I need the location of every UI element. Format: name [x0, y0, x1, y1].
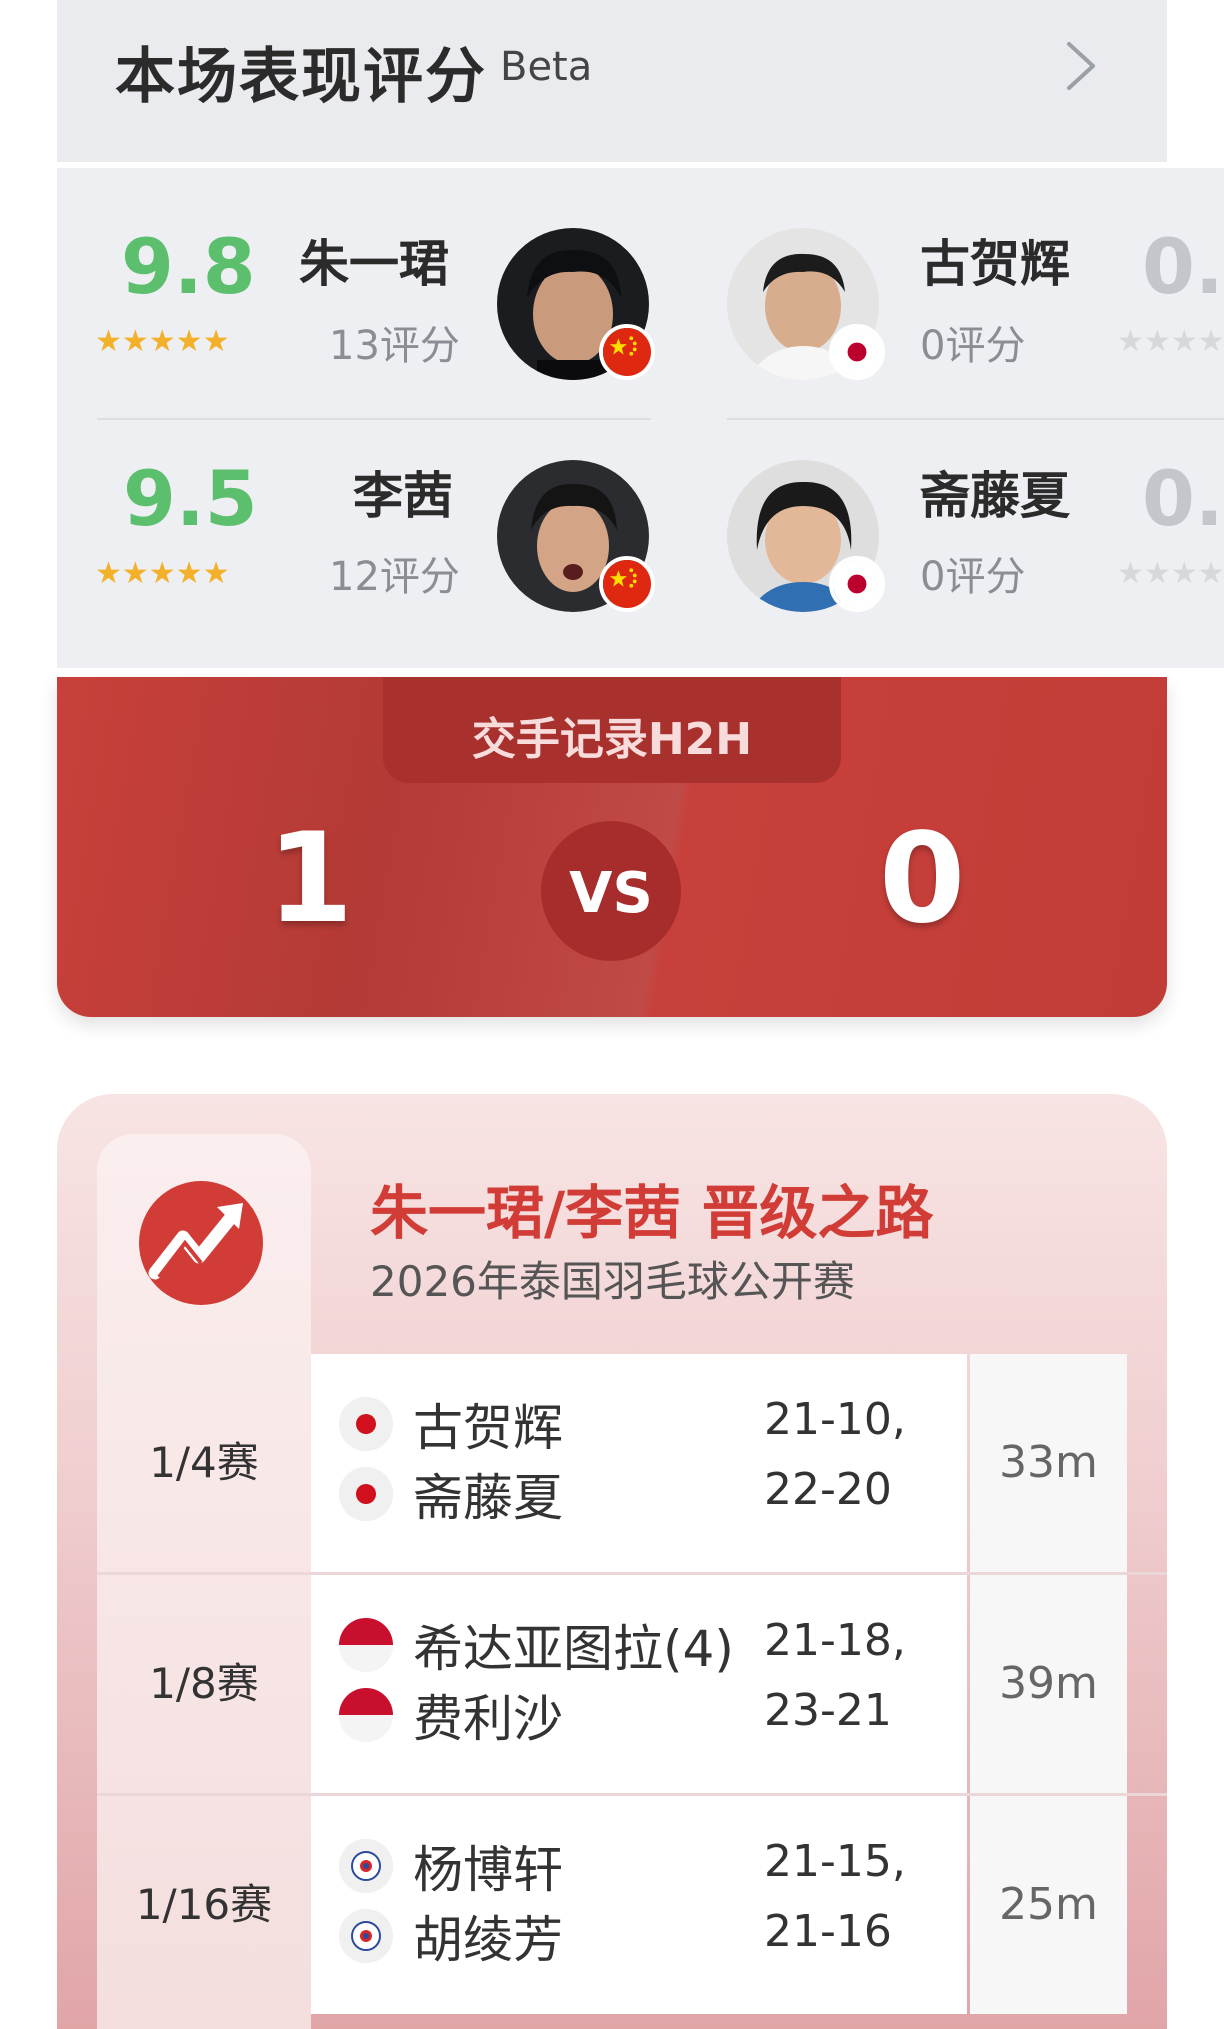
player-score: 9.5	[123, 454, 258, 543]
rating-title: 本场表现评分	[115, 42, 487, 112]
match-duration: 25m	[970, 1796, 1127, 2014]
avatar[interactable]	[497, 228, 655, 380]
opponents-cell: 希达亚图拉(4) 费利沙 21-18, 23-21	[311, 1575, 967, 1793]
game-score: 23-21	[764, 1685, 892, 1736]
vs-badge: VS	[541, 821, 681, 961]
chinese-taipei-flag-icon	[339, 1909, 393, 1963]
star-rating[interactable]: ★★★★★	[1117, 324, 1224, 359]
rating-header[interactable]: 本场表现评分 Beta	[57, 0, 1167, 162]
h2h-panel[interactable]: 交手记录H2H 1 VS 0	[57, 677, 1167, 1017]
player-name: 古贺辉	[920, 235, 1070, 293]
beta-badge: Beta	[500, 44, 593, 90]
avatar[interactable]	[727, 228, 885, 380]
player-score: 0.0	[1142, 222, 1224, 311]
china-flag-icon	[599, 324, 655, 380]
opponent: 古贺辉	[339, 1394, 563, 1457]
rating-count: 0评分	[920, 323, 1026, 369]
match-duration: 39m	[970, 1575, 1127, 1793]
opponent-name: 希达亚图拉(4)	[413, 1620, 734, 1678]
opponent-name: 杨博轩	[413, 1841, 563, 1899]
match-duration: 33m	[970, 1354, 1127, 1572]
game-score: 22-20	[764, 1464, 892, 1515]
rating-count: 13评分	[329, 323, 460, 369]
h2h-title: 交手记录H2H	[471, 714, 753, 765]
divider	[97, 418, 651, 420]
opponent: 斋藤夏	[339, 1464, 563, 1527]
opponent: 胡绫芳	[339, 1906, 563, 1969]
avatar[interactable]	[497, 460, 655, 612]
player-name: 朱一珺	[299, 235, 449, 293]
opponents-cell: 杨博轩 胡绫芳 21-15, 21-16	[311, 1796, 967, 2014]
trend-up-icon	[139, 1181, 263, 1305]
game-score: 21-18,	[764, 1615, 906, 1666]
opponents-cell: 古贺辉 斋藤夏 21-10, 22-20	[311, 1354, 967, 1572]
rating-card: 9.8 ★★★★★ 朱一珺 13评分 古贺辉 0评分 0.0 ★★★★★	[57, 168, 1224, 668]
avatar[interactable]	[727, 460, 885, 612]
player-score: 0.0	[1142, 454, 1224, 543]
road-title: 朱一珺/李茜 晋级之路	[370, 1179, 934, 1247]
vs-label: VS	[569, 861, 653, 926]
chinese-taipei-flag-icon	[339, 1839, 393, 1893]
match-row[interactable]: 1/4赛 古贺辉 斋藤夏 21-10, 22-20 33m	[97, 1354, 1167, 1572]
japan-flag-icon	[829, 324, 885, 380]
rating-count: 12评分	[329, 554, 460, 600]
indonesia-flag-icon	[339, 1618, 393, 1672]
rating-count: 0评分	[920, 554, 1026, 600]
japan-flag-icon	[829, 556, 885, 612]
opponent-name: 费利沙	[413, 1690, 563, 1748]
game-score: 21-16	[764, 1906, 892, 1957]
divider	[727, 418, 1224, 420]
tournament-name: 2026年泰国羽毛球公开赛	[370, 1257, 855, 1306]
game-score: 21-15,	[764, 1836, 906, 1887]
star-rating[interactable]: ★★★★★	[95, 324, 229, 359]
opponent: 费利沙	[339, 1685, 563, 1748]
opponent-name: 胡绫芳	[413, 1911, 563, 1969]
round-label: 1/16赛	[135, 1880, 273, 1929]
h2h-tab: 交手记录H2H	[383, 677, 841, 783]
opponent-name: 斋藤夏	[413, 1469, 563, 1527]
opponent: 希达亚图拉(4)	[339, 1615, 734, 1678]
road-card: 朱一珺/李茜 晋级之路 2026年泰国羽毛球公开赛 1/4赛 古贺辉 斋藤夏 2…	[57, 1094, 1167, 2029]
match-row[interactable]: 1/8赛 希达亚图拉(4) 费利沙 21-18, 23-21 39m	[97, 1575, 1167, 1793]
indonesia-flag-icon	[339, 1688, 393, 1742]
player-name: 李茜	[353, 467, 453, 525]
game-score: 21-10,	[764, 1394, 906, 1445]
h2h-left-wins: 1	[267, 807, 354, 951]
match-row[interactable]: 1/16赛 杨博轩 胡绫芳 21-15, 21-16 25m	[97, 1796, 1167, 2014]
star-rating[interactable]: ★★★★★	[1117, 556, 1224, 591]
round-label: 1/4赛	[149, 1438, 259, 1487]
h2h-right-wins: 0	[879, 807, 966, 951]
japan-flag-icon	[339, 1467, 393, 1521]
round-label: 1/8赛	[149, 1659, 259, 1708]
opponent-name: 古贺辉	[413, 1399, 563, 1457]
opponent: 杨博轩	[339, 1836, 563, 1899]
chevron-right-icon[interactable]	[1055, 40, 1107, 92]
player-name: 斋藤夏	[920, 467, 1070, 525]
star-rating[interactable]: ★★★★★	[95, 556, 229, 591]
player-score: 9.8	[121, 222, 256, 311]
china-flag-icon	[599, 556, 655, 612]
japan-flag-icon	[339, 1397, 393, 1451]
